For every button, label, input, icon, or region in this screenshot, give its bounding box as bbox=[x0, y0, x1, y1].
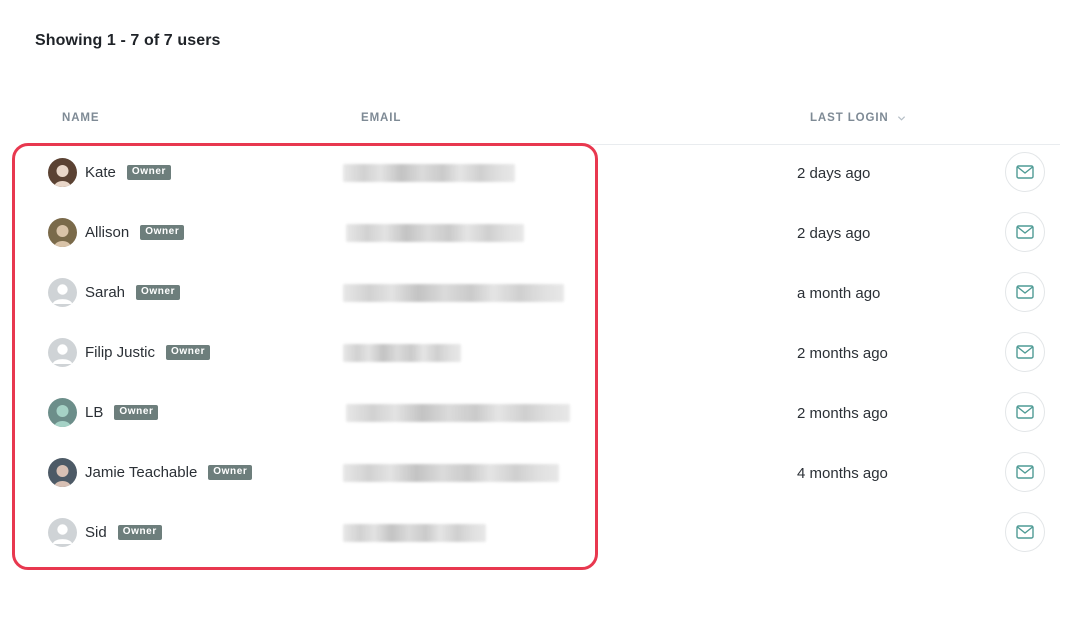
envelope-icon bbox=[1016, 345, 1034, 359]
highlight-box bbox=[12, 143, 598, 570]
last-login: 4 months ago bbox=[797, 465, 888, 482]
envelope-icon bbox=[1016, 165, 1034, 179]
chevron-down-icon bbox=[897, 115, 905, 121]
envelope-icon bbox=[1016, 465, 1034, 479]
send-email-button[interactable] bbox=[1005, 512, 1045, 552]
last-login: a month ago bbox=[797, 285, 881, 302]
envelope-icon bbox=[1016, 525, 1034, 539]
last-login: 2 months ago bbox=[797, 345, 888, 362]
last-login: 2 days ago bbox=[797, 165, 871, 182]
send-email-button[interactable] bbox=[1005, 272, 1045, 312]
send-email-button[interactable] bbox=[1005, 212, 1045, 252]
column-header-email: EMAIL bbox=[361, 112, 402, 124]
last-login: 2 days ago bbox=[797, 225, 871, 242]
envelope-icon bbox=[1016, 285, 1034, 299]
send-email-button[interactable] bbox=[1005, 452, 1045, 492]
column-header-last-login-label: LAST LOGIN bbox=[810, 112, 889, 124]
send-email-button[interactable] bbox=[1005, 392, 1045, 432]
column-header-name: NAME bbox=[62, 112, 100, 124]
envelope-icon bbox=[1016, 405, 1034, 419]
column-header-last-login[interactable]: LAST LOGIN bbox=[810, 112, 906, 124]
send-email-button[interactable] bbox=[1005, 332, 1045, 372]
envelope-icon bbox=[1016, 225, 1034, 239]
users-summary: Showing 1 - 7 of 7 users bbox=[35, 32, 221, 49]
last-login: 2 months ago bbox=[797, 405, 888, 422]
send-email-button[interactable] bbox=[1005, 152, 1045, 192]
